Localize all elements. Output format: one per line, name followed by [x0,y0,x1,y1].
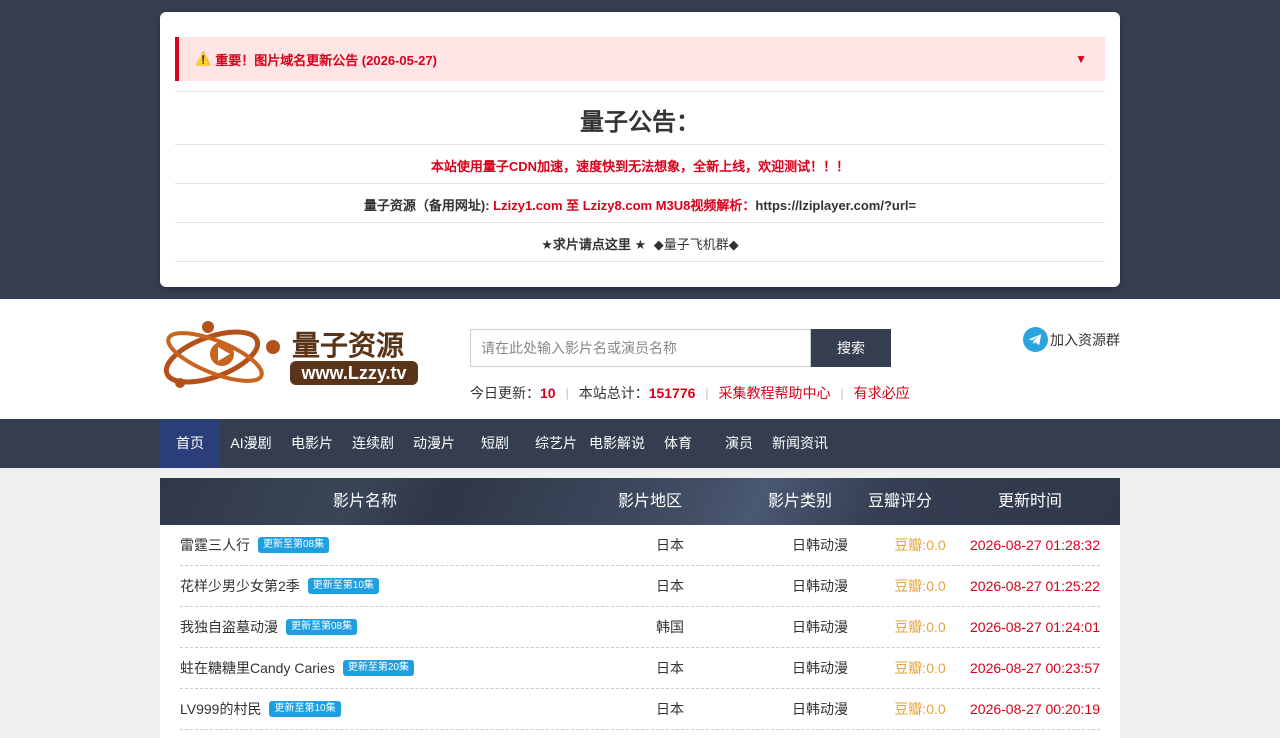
video-area: 日本 [656,578,684,594]
video-category: 日韩动漫 [792,619,848,635]
nav-item-sports[interactable]: 体育 [648,419,708,468]
video-category: 日韩动漫 [792,537,848,553]
episode-badge: 更新至第10集 [269,701,341,718]
separator: | [705,386,709,400]
episode-badge: 更新至第08集 [286,619,358,636]
video-update-time: 2026-08-27 00:23:57 [970,660,1100,676]
domains-prefix: 量子资源（备用网址): [363,198,494,213]
announcement-links: ★求片请点这里 ★ ◆量子飞机群◆ [175,234,1105,253]
join-group-link[interactable]: 加入资源群 [1023,327,1120,352]
column-header-area: 影片地区 [617,493,682,510]
logo-url-text: www.Lzzy.tv [300,363,406,383]
video-score: 豆瓣:0.0 [894,660,946,676]
separator: | [565,386,569,400]
divider [175,183,1105,184]
site-logo[interactable]: 量子资源 www.Lzzy.tv [160,317,420,407]
video-title-link[interactable]: 蛀在糖糖里Candy Caries [180,660,335,676]
search-button[interactable]: 搜索 [811,329,891,367]
video-update-time: 2026-08-27 01:28:32 [970,537,1100,553]
nav-item-ai-drama[interactable]: AI漫剧 [221,419,281,468]
table-row[interactable]: 花样少男少女第2季 更新至第10集 日本 日韩动漫 豆瓣:0.0 2026-08-… [180,566,1100,607]
announcement-domains: 量子资源（备用网址): Lzizy1.com 至 Lzizy8.com M3U8… [175,195,1105,214]
site-stats: 今日更新： 10 | 本站总计： 151776 | 采集教程帮助中心 | 有求必应 [470,383,910,403]
video-update-time: 2026-08-27 00:20:19 [970,701,1100,717]
table-header: 影片名称 影片地区 影片类别 豆瓣评分 更新时间 [160,478,1120,525]
episode-badge: 更新至第10集 [307,578,379,595]
main-nav: 首页 AI漫剧 电影片 连续剧 动漫片 短剧 综艺片 电影解说 体育 演员 新闻… [0,419,1280,468]
video-title-link[interactable]: 花样少男少女第2季 [180,578,300,594]
site-total-label: 本站总计： [578,385,649,401]
chevron-down-icon[interactable]: ▼ [1075,52,1087,66]
nav-item-actors[interactable]: 演员 [709,419,769,468]
video-area: 日本 [656,701,684,717]
table-row[interactable]: 我独自盗墓动漫 更新至第08集 韩国 日韩动漫 豆瓣:0.0 2026-08-27… [180,607,1100,648]
video-score: 豆瓣:0.0 [894,578,946,594]
video-title-link[interactable]: 我独自盗墓动漫 [180,619,278,635]
row-divider [180,729,1100,730]
divider [175,222,1105,223]
video-table: 影片名称 影片地区 影片类别 豆瓣评分 更新时间 雷霆三人行 更新至第08集 日本… [160,478,1120,738]
nav-item-movies[interactable]: 电影片 [282,419,342,468]
table-row[interactable]: 雷霆三人行 更新至第08集 日本 日韩动漫 豆瓣:0.0 2026-08-27 0… [180,525,1100,566]
column-header-update-time: 更新时间 [997,493,1062,510]
video-title-cell: 我独自盗墓动漫 更新至第08集 [180,607,358,648]
announcement-card: ⚠️ 重要！图片域名更新公告 (2026-05-27) ▼ 量子公告： 本站使用… [160,12,1120,287]
separator: | [840,386,844,400]
nav-item-variety[interactable]: 综艺片 [526,419,586,468]
video-update-time: 2026-08-27 01:25:22 [970,578,1100,594]
episode-badge: 更新至第08集 [258,537,330,554]
nav-item-home[interactable]: 首页 [160,419,220,468]
announcement-title: 量子公告： [580,109,700,136]
video-title-link[interactable]: LV999的村民 [180,701,261,717]
important-alert[interactable]: ⚠️ 重要！图片域名更新公告 (2026-05-27) ▼ [175,37,1105,81]
divider [175,91,1105,92]
nav-item-short-drama[interactable]: 短剧 [465,419,525,468]
video-update-time: 2026-08-27 01:24:01 [970,619,1100,635]
today-update-label: 今日更新： [470,385,540,401]
site-header: 量子资源 www.Lzzy.tv 搜索 加入资源群 今日更新：10 | 本站总计… [0,299,1280,419]
video-score: 豆瓣:0.0 [894,701,946,717]
video-title-cell: LV999的村民 更新至第10集 [180,689,341,730]
nav-item-anime[interactable]: 动漫片 [404,419,464,468]
site-total-count: 151776 [648,385,696,401]
telegram-icon [1023,327,1048,352]
video-score: 豆瓣:0.0 [894,537,946,553]
nav-item-series[interactable]: 连续剧 [343,419,403,468]
video-category: 日韩动漫 [792,701,848,717]
announcement-cdn-text: 本站使用量子CDN加速，速度快到无法想象，全新上线，欢迎测试！！！ [430,159,850,174]
domains-range[interactable]: Lzizy1.com 至 Lzizy8.com M3U8视频解析： [493,198,755,213]
video-title-link[interactable]: 雷霆三人行 [180,537,250,553]
video-title-cell: 花样少男少女第2季 更新至第10集 [180,566,379,607]
help-center-link[interactable]: 采集教程帮助中心 [719,383,831,403]
video-area: 日本 [656,537,684,553]
table-row[interactable]: LV999的村民 更新至第10集 日本 日韩动漫 豆瓣:0.0 2026-08-2… [180,689,1100,730]
video-category: 日韩动漫 [792,578,848,594]
column-header-category: 影片类别 [767,493,832,510]
request-movie-link[interactable]: ★求片请点这里 ★ [541,237,646,252]
video-score: 豆瓣:0.0 [894,619,946,635]
video-title-cell: 雷霆三人行 更新至第08集 [180,525,330,566]
announcement-band: ⚠️ 重要！图片域名更新公告 (2026-05-27) ▼ 量子公告： 本站使用… [0,0,1280,299]
column-header-name: 影片名称 [332,493,397,510]
today-update-count: 10 [540,385,556,401]
join-group-label: 加入资源群 [1050,331,1120,348]
nav-item-news[interactable]: 新闻资讯 [770,419,830,468]
telegram-group-link[interactable]: ◆量子飞机群◆ [654,237,739,252]
alert-title: 重要！图片域名更新公告 (2026-05-27) [215,52,437,68]
warning-icon: ⚠️ [195,51,212,66]
video-category: 日韩动漫 [792,660,848,676]
episode-badge: 更新至第20集 [342,660,414,677]
video-area: 韩国 [656,619,684,635]
video-title-cell: 蛀在糖糖里Candy Caries 更新至第20集 [180,648,414,689]
video-area: 日本 [656,660,684,676]
search-input[interactable] [470,329,811,367]
table-row[interactable]: 蛀在糖糖里Candy Caries 更新至第20集 日本 日韩动漫 豆瓣:0.0 … [180,648,1100,689]
nav-item-movie-commentary[interactable]: 电影解说 [587,419,647,468]
logo-text: 量子资源 [292,330,404,361]
request-link[interactable]: 有求必应 [854,383,910,403]
parser-url[interactable]: https://lziplayer.com/?url= [755,198,916,213]
column-header-score: 豆瓣评分 [867,493,932,510]
divider [175,261,1105,262]
divider [175,144,1105,145]
